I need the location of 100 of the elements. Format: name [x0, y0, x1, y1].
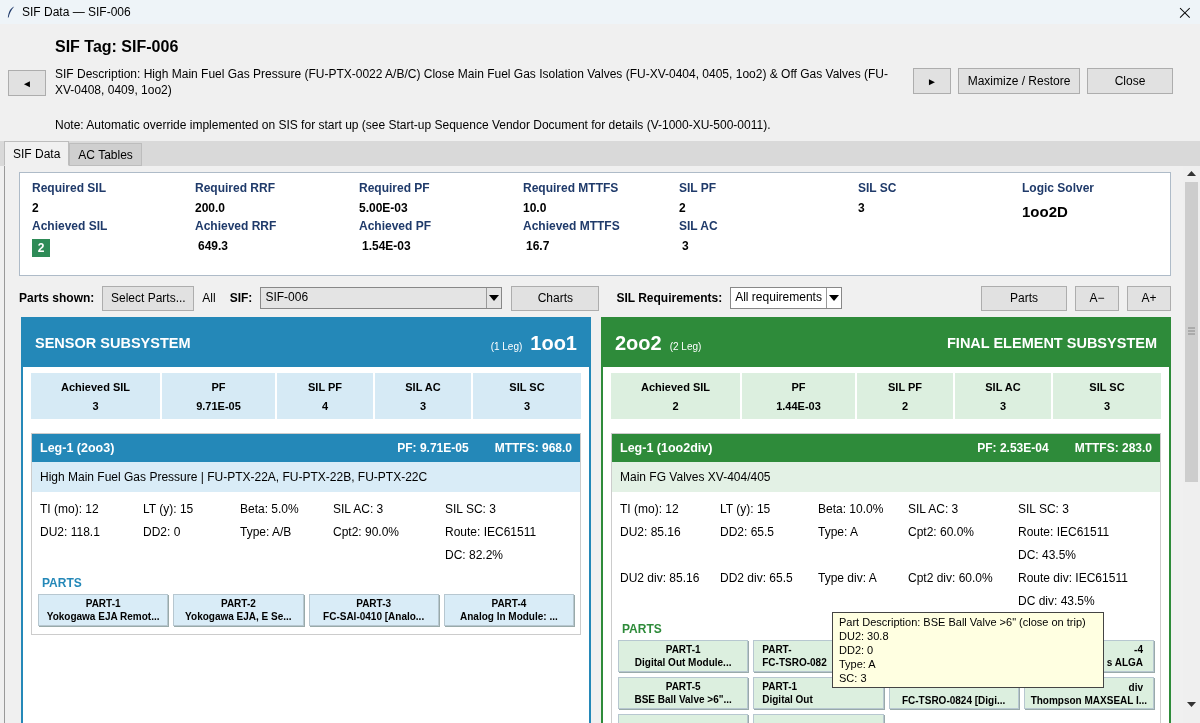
metric-value: 9.71E-05	[196, 399, 241, 412]
metric-label: SIL SC	[509, 380, 545, 393]
metric-label: SIL AC	[405, 380, 441, 393]
sil-badge: 2	[32, 239, 50, 257]
summary-label: SIL AC	[679, 219, 718, 233]
parameter-text: DC div: 43.5%	[1018, 593, 1096, 608]
parameter-text: SIL SC: 3	[445, 501, 497, 516]
summary-value: 1oo2D	[1022, 203, 1068, 220]
leg-pf: PF: 9.71E-05	[397, 441, 469, 455]
scrollbar[interactable]	[1183, 166, 1200, 723]
leg-count: (1 Leg)	[490, 340, 523, 352]
leg-pf: PF: 2.53E-04	[977, 441, 1049, 455]
part-button[interactable]: PART-3 FC-SAI-0410 [Analo...	[308, 594, 439, 626]
toolbar-button[interactable]: A−	[1075, 285, 1119, 311]
summary-value: 1.54E-03	[361, 239, 411, 253]
summary-value: 2	[32, 201, 39, 215]
parts-heading: PARTS	[42, 576, 82, 590]
metric-label: Achieved SIL	[640, 380, 711, 393]
parts-shown-value: All	[202, 291, 216, 305]
previous-button[interactable]: ◄	[8, 70, 46, 96]
feather-icon	[7, 5, 15, 19]
tab[interactable]: SIF Data	[4, 141, 70, 166]
leg-mttfs: MTTFS: 968.0	[494, 441, 572, 455]
part-button[interactable]: PART-4 Analog In Module: ...	[443, 594, 574, 626]
sif-description: SIF Description: High Main Fuel Gas Pressure (FU-PTX-0022 A/B/C) Close Main Fuel Gas Isolation Valves (FU-XV-0404, 0405, 1oo2) & Off Gas Valves (FU-XV-0408, 0409, 1oo2)	[55, 66, 889, 98]
parameter-text: DC: 82.2%	[445, 547, 505, 562]
summary-value: 5.00E-03	[359, 201, 408, 215]
leg-name: Leg-1 (2oo3)	[40, 441, 115, 455]
window-title: SIF Data — SIF-006	[22, 5, 131, 19]
parameter-text: SIL SC: 3	[1018, 501, 1070, 516]
part-button[interactable]: PART-5 BSE Ball Valve >6"...	[618, 677, 749, 709]
parameter-text: Route: IEC61511	[1018, 524, 1111, 539]
summary-value: 16.7	[525, 239, 550, 253]
note-text: Note: Automatic override implemented on SIS for start up (see Start-up Sequence Vendor Document for details (V-1000-XU-500-0011).	[55, 118, 772, 134]
metric-value: 4	[321, 399, 329, 412]
parameter-text: Type: A/B	[240, 524, 293, 539]
metric-label: SIL PF	[308, 380, 342, 393]
summary-label: SIL SC	[858, 181, 897, 195]
metric-label: Achieved SIL	[60, 380, 131, 393]
window-button[interactable]: Maximize / Restore	[958, 68, 1080, 94]
parameter-text: DU2: 85.16	[620, 524, 682, 539]
requirements-dropdown[interactable]: All requirements	[730, 287, 843, 309]
leg-mttfs: MTTFS: 283.0	[1074, 441, 1152, 455]
caret-icon	[489, 295, 500, 301]
leg-description: High Main Fuel Gas Pressure | FU-PTX-22A, FU-PTX-22B, FU-PTX-22C	[32, 462, 580, 492]
parameter-text: SIL AC: 3	[908, 501, 960, 516]
window-button[interactable]: Close	[1087, 68, 1173, 94]
summary-label: Achieved SIL	[32, 219, 108, 233]
summary-label: Achieved RRF	[195, 219, 277, 233]
close-button[interactable]: ×	[1170, 0, 1200, 24]
part-button[interactable]: PART-2 Yokogawa EJA, E Se...	[173, 594, 304, 626]
summary-label: Required MTTFS	[523, 181, 619, 195]
metric-value: 3	[92, 399, 99, 412]
tab[interactable]: AC Tables	[69, 143, 142, 166]
leg-description: Main FG Valves XV-404/405	[612, 462, 1160, 492]
next-button[interactable]: ►	[913, 68, 951, 94]
parameter-text: DU2 div: 85.16	[620, 570, 701, 585]
parts-shown-label: Parts shown:	[19, 291, 95, 305]
parameter-text: Cpt2 div: 60.0%	[908, 570, 994, 585]
subsystem-title: SENSOR SUBSYSTEM	[35, 335, 191, 351]
parameter-text: DD2 div: 65.5	[720, 570, 794, 585]
leg-count: (2 Leg)	[669, 340, 702, 352]
parameter-text: Cpt2: 60.0%	[908, 524, 976, 539]
toolbar-button[interactable]: A+	[1127, 285, 1171, 311]
sif-label: SIF:	[229, 291, 253, 305]
parameter-text: DD2: 0	[143, 524, 182, 539]
metric-value: 3	[523, 399, 531, 412]
summary-label: Logic Solver	[1022, 181, 1095, 195]
parameter-text: Beta: 5.0%	[240, 501, 300, 516]
metric-label: SIL SC	[1089, 380, 1125, 393]
metric-label: PF	[791, 380, 806, 393]
parameter-text: Cpt2: 90.0%	[333, 524, 401, 539]
summary-value: 649.3	[197, 239, 229, 253]
metric-value: 3	[419, 399, 427, 412]
part-button[interactable]: PART-1 Digital Out Module...	[618, 640, 749, 672]
metric-value: 3	[999, 399, 1007, 412]
parameter-text: Type: A	[818, 524, 860, 539]
leg-name: Leg-1 (1oo2div)	[620, 441, 713, 455]
summary-value: 3	[858, 201, 865, 215]
parameter-text: DU2: 118.1	[40, 524, 101, 539]
summary-label: Required SIL	[32, 181, 106, 195]
summary-label: SIL PF	[679, 181, 717, 195]
parts-heading: PARTS	[622, 622, 662, 636]
select-parts-button[interactable]: Select Parts...	[102, 285, 195, 311]
subsystem-title: FINAL ELEMENT SUBSYSTEM	[947, 335, 1157, 351]
part-button[interactable]: PART-1 Yokogawa EJA Remot...	[38, 594, 169, 626]
metric-value: 2	[901, 399, 909, 412]
sif-dropdown[interactable]: SIF-006	[260, 287, 503, 309]
metric-label: SIL AC	[985, 380, 1021, 393]
summary-label: Required PF	[359, 181, 430, 195]
part-tooltip: Part Description: BSE Ball Valve >6" (close on trip) DU2: 30.8 DD2: 0 Type: A SC: 3	[832, 612, 1104, 688]
charts-button[interactable]: Charts	[511, 285, 600, 311]
sil-requirements-label: SIL Requirements:	[616, 291, 723, 305]
metric-label: PF	[211, 380, 226, 393]
parameter-text: TI (mo): 12	[40, 501, 100, 516]
toolbar-button[interactable]: Parts	[981, 285, 1067, 311]
parameter-text: Route div: IEC61511	[1018, 570, 1129, 585]
summary-label: Achieved MTTFS	[523, 219, 620, 233]
parameter-text: LT (y): 15	[143, 501, 195, 516]
parameter-text: SIL AC: 3	[333, 501, 385, 516]
